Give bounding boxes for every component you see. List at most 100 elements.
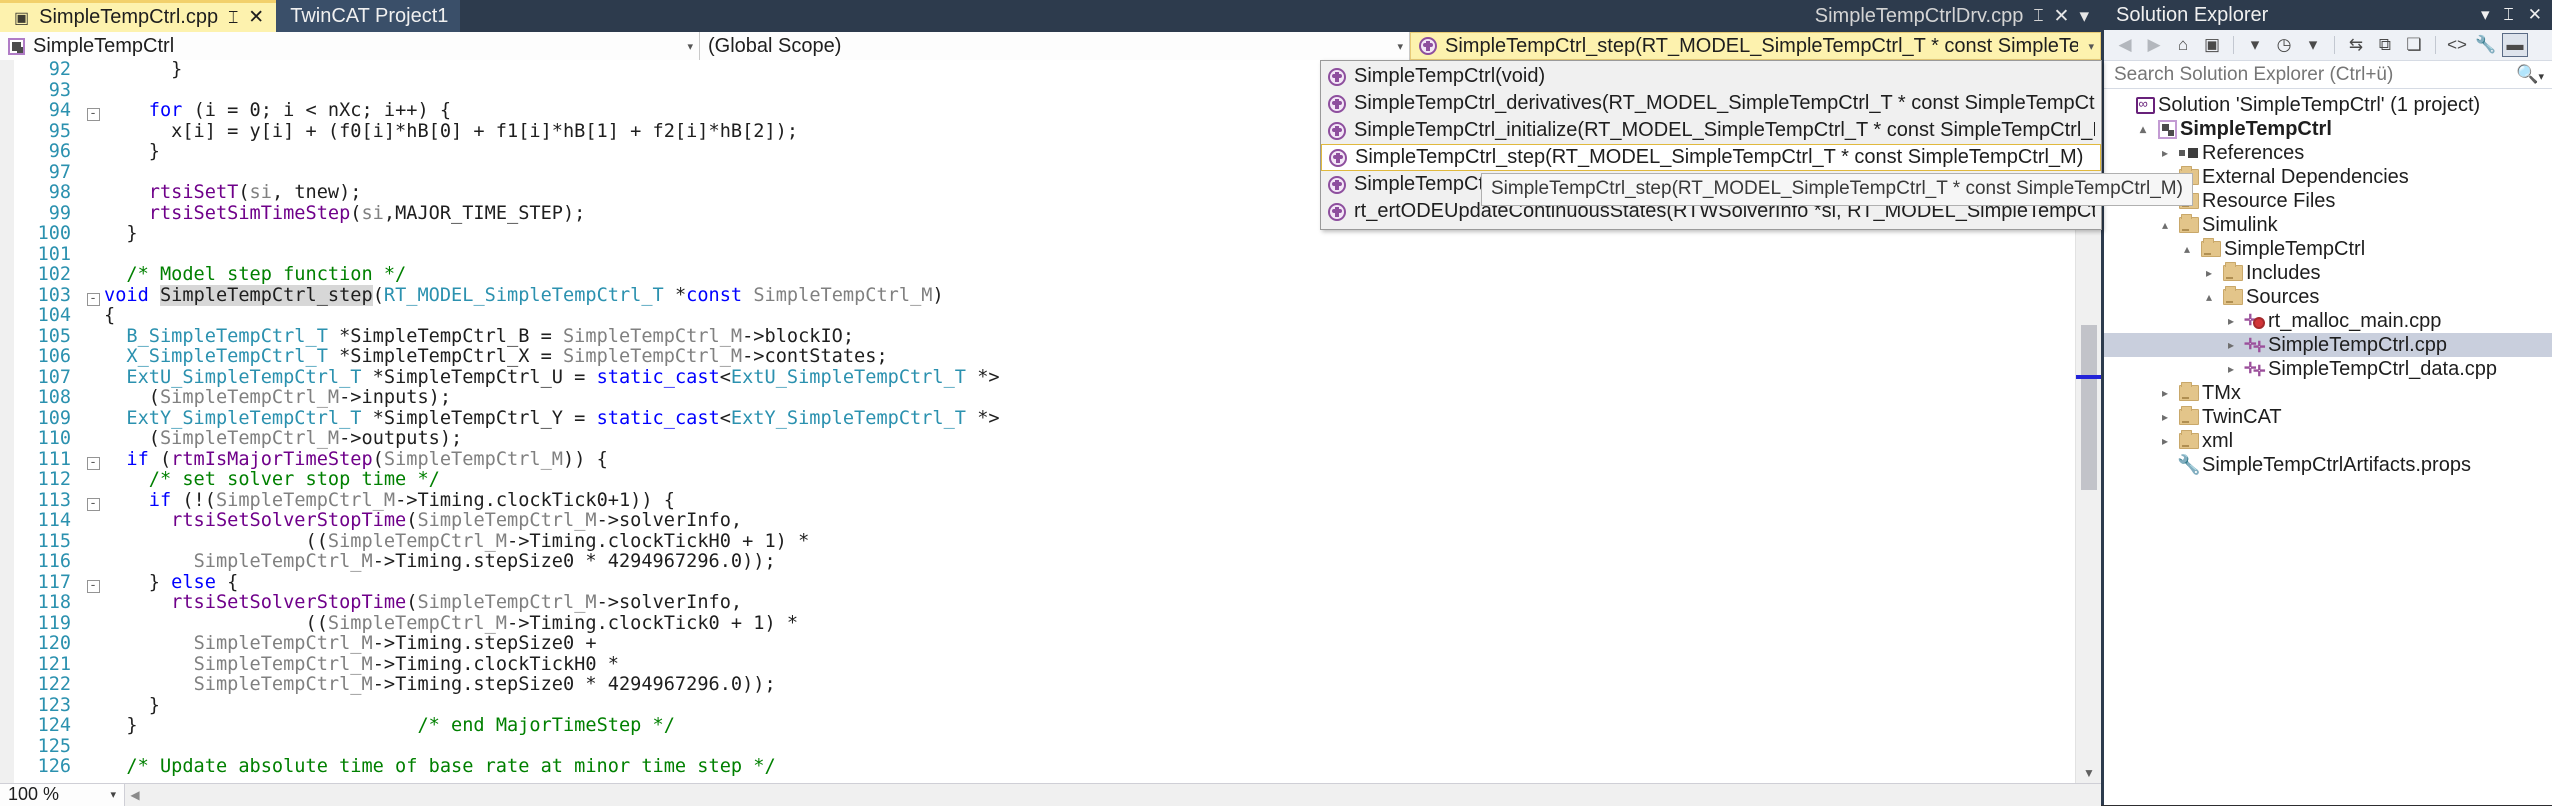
collapse-all-icon[interactable]: ❏: [2401, 33, 2427, 57]
type-dropdown-label: SimpleTempCtrl: [33, 34, 175, 57]
tree-item-tmx[interactable]: ▸ TMx: [2104, 381, 2552, 405]
pending-changes-icon[interactable]: ◷: [2271, 33, 2297, 57]
expander-icon[interactable]: ▸: [2220, 314, 2242, 328]
code-line: 113- if (!(SimpleTempCtrl_M->Timing.cloc…: [0, 490, 2101, 512]
tree-item-simpletempctrl-data-cpp[interactable]: ▸ ✛ ✛ SimpleTempCtrl_data.cpp: [2104, 357, 2552, 381]
tree-item-solution-simpletempctrl-1-project[interactable]: Solution 'SimpleTempCtrl' (1 project): [2104, 93, 2552, 117]
editor-horizontal-scrollbar[interactable]: ◀: [125, 783, 2101, 806]
folder-icon: [2176, 214, 2202, 233]
code-line: 125: [0, 736, 2101, 758]
tree-item-references[interactable]: ▸ References: [2104, 141, 2552, 165]
expander-icon[interactable]: ▴: [2176, 242, 2198, 256]
fold-toggle[interactable]: -: [82, 450, 104, 471]
line-number: 102: [37, 264, 71, 285]
close-icon[interactable]: ✕: [2054, 5, 2070, 28]
method-icon: [1329, 148, 1347, 167]
show-all-files-dropdown-icon[interactable]: ▾: [2242, 33, 2268, 57]
tree-item-includes[interactable]: ▸ Includes: [2104, 261, 2552, 285]
search-solution-explorer-input[interactable]: Search Solution Explorer (Ctrl+ü) 🔍▾: [2104, 61, 2552, 89]
expander-icon[interactable]: ▴: [2132, 122, 2154, 136]
expander-icon[interactable]: ▸: [2220, 338, 2242, 352]
show-all-files-icon[interactable]: ▣: [2199, 33, 2225, 57]
properties-icon[interactable]: 🔧: [2473, 33, 2499, 57]
scroll-left-arrow[interactable]: ◀: [125, 788, 145, 802]
zoom-level-selector[interactable]: 100 % ▾: [0, 783, 125, 806]
method-icon: [1328, 67, 1346, 86]
pin-icon[interactable]: ⌶: [2033, 6, 2043, 26]
close-icon[interactable]: ✕: [2528, 5, 2542, 25]
expander-icon[interactable]: ▸: [2198, 266, 2220, 280]
pin-icon[interactable]: ⌶: [228, 8, 238, 28]
pin-icon[interactable]: ⌶: [2504, 5, 2514, 25]
expander-icon[interactable]: ▸: [2154, 410, 2176, 424]
tree-item-twincat[interactable]: ▸ TwinCAT: [2104, 405, 2552, 429]
fold-toggle[interactable]: -: [82, 101, 104, 122]
expander-icon[interactable]: ▴: [2154, 218, 2176, 232]
pending-changes-dropdown-icon[interactable]: ▾: [2300, 33, 2326, 57]
tree-item-label: SimpleTempCtrl: [2224, 237, 2366, 260]
home-icon[interactable]: ⌂: [2170, 33, 2196, 57]
tree-item-simulink[interactable]: ▴ Simulink: [2104, 213, 2552, 237]
code-text: SimpleTempCtrl_M->Timing.clockTickH0 *: [193, 653, 619, 675]
code-line: 105 B_SimpleTempCtrl_T *SimpleTempCtrl_B…: [0, 326, 2101, 348]
tree-item-rt-malloc-main-cpp[interactable]: ▸ ✛ rt_malloc_main.cpp: [2104, 309, 2552, 333]
chevron-down-icon[interactable]: ▾: [677, 40, 693, 53]
member-dropdown-item[interactable]: SimpleTempCtrl(void): [1321, 63, 2101, 90]
code-text: }: [148, 694, 160, 716]
fold-toggle[interactable]: -: [82, 573, 104, 594]
search-placeholder: Search Solution Explorer (Ctrl+ü): [2114, 63, 2394, 85]
chevron-down-icon[interactable]: ▾: [2481, 5, 2490, 25]
view-code-icon[interactable]: <>: [2444, 33, 2470, 57]
line-number: 96: [48, 141, 71, 162]
code-line: 107 ExtU_SimpleTempCtrl_T *SimpleTempCtr…: [0, 366, 2101, 389]
preview-selected-items-icon[interactable]: ▬: [2502, 33, 2528, 57]
tree-item-simpletempctrl-cpp[interactable]: ▸ ✛ ✛ SimpleTempCtrl.cpp: [2104, 333, 2552, 357]
close-icon[interactable]: ✕: [248, 6, 264, 29]
code-line: 108 (SimpleTempCtrl_M->inputs);: [0, 387, 2101, 409]
type-dropdown[interactable]: SimpleTempCtrl ▾: [0, 32, 700, 60]
scroll-down-arrow[interactable]: ▼: [2076, 763, 2101, 783]
search-icon[interactable]: 🔍▾: [2516, 64, 2544, 85]
chevron-down-icon[interactable]: ▾: [110, 788, 116, 801]
chevron-down-icon[interactable]: ▾: [2079, 5, 2089, 28]
member-dropdown-item[interactable]: SimpleTempCtrl_step(RT_MODEL_SimpleTempC…: [1321, 144, 2101, 171]
code-text: ExtU_SimpleTempCtrl_T *SimpleTempCtrl_U …: [126, 366, 1000, 388]
folder-icon: [2220, 286, 2246, 305]
tree-item-label: TMx: [2202, 381, 2241, 404]
tab-label: SimpleTempCtrl.cpp: [39, 6, 219, 28]
scope-dropdown[interactable]: (Global Scope) ▾: [700, 32, 1410, 60]
expander-icon[interactable]: ▸: [2154, 386, 2176, 400]
fold-toggle[interactable]: -: [82, 491, 104, 512]
tree-item-xml[interactable]: ▸ xml: [2104, 429, 2552, 453]
line-number: 120: [37, 633, 71, 654]
line-number: 121: [37, 653, 71, 675]
code-text: rtsiSetSolverStopTime(SimpleTempCtrl_M->…: [171, 592, 743, 613]
tree-item-simpletempctrl[interactable]: ▴ SimpleTempCtrl: [2104, 117, 2552, 141]
tree-item-sources[interactable]: ▴ Sources: [2104, 285, 2552, 309]
chevron-down-icon[interactable]: ▾: [1387, 40, 1403, 53]
code-line: 121 SimpleTempCtrl_M->Timing.clockTickH0…: [0, 653, 2101, 676]
code-text: if (rtmIsMajorTimeStep(SimpleTempCtrl_M)…: [126, 448, 608, 470]
code-line: 124 } /* end MajorTimeStep */: [0, 715, 2101, 737]
line-number: 106: [37, 346, 71, 367]
refresh-icon[interactable]: ⧉: [2372, 33, 2398, 57]
tab-simpletempctrldrv-cpp[interactable]: SimpleTempCtrlDrv.cpp ⌶ ✕ ▾: [1801, 0, 2101, 32]
expander-icon[interactable]: ▸: [2154, 146, 2176, 160]
tree-item-simpletempctrlartifacts-props[interactable]: 🔧 SimpleTempCtrlArtifacts.props: [2104, 453, 2552, 477]
member-dropdown-item[interactable]: SimpleTempCtrl_initialize(RT_MODEL_Simpl…: [1321, 117, 2101, 144]
scrollbar-thumb[interactable]: [2081, 325, 2097, 490]
tree-item-simpletempctrl[interactable]: ▴ SimpleTempCtrl: [2104, 237, 2552, 261]
line-number: 103: [37, 284, 71, 306]
tab-simpletempctrl-cpp[interactable]: ▣ SimpleTempCtrl.cpp ⌶ ✕: [0, 0, 277, 32]
member-dropdown-item[interactable]: SimpleTempCtrl_derivatives(RT_MODEL_Simp…: [1321, 90, 2101, 117]
sync-with-active-document-icon[interactable]: ⇆: [2343, 33, 2369, 57]
fold-toggle[interactable]: -: [82, 286, 104, 307]
project-icon: [2154, 119, 2180, 139]
tab-twincat-project1[interactable]: TwinCAT Project1: [276, 0, 461, 32]
chevron-down-icon[interactable]: ▾: [2078, 40, 2094, 53]
code-line: 106 X_SimpleTempCtrl_T *SimpleTempCtrl_X…: [0, 346, 2101, 368]
expander-icon[interactable]: ▴: [2198, 290, 2220, 304]
expander-icon[interactable]: ▸: [2154, 434, 2176, 448]
expander-icon[interactable]: ▸: [2220, 362, 2242, 376]
member-dropdown[interactable]: SimpleTempCtrl_step(RT_MODEL_SimpleTempC…: [1410, 32, 2101, 60]
